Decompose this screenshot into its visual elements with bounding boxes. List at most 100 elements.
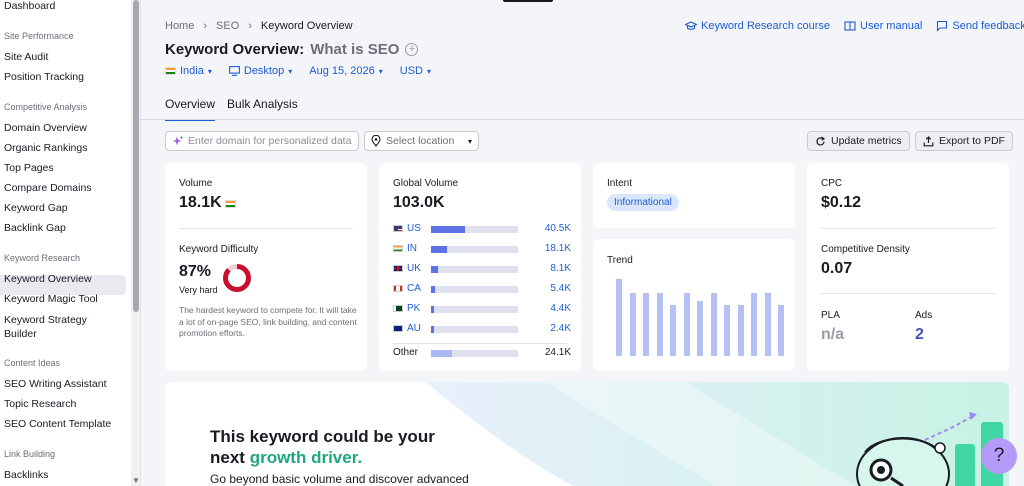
send-feedback-link[interactable]: Send feedback xyxy=(936,20,1024,32)
add-keyword-icon[interactable]: + xyxy=(405,43,419,56)
sidebar-item-top-pages[interactable]: Top Pages xyxy=(4,162,54,174)
sidebar-item-organic-rankings[interactable]: Organic Rankings xyxy=(4,142,87,154)
country-code: US xyxy=(407,223,421,234)
sidebar-item-position-tracking[interactable]: Position Tracking xyxy=(4,71,84,83)
cpc-card: CPC $0.12 Competitive Density 0.07 PLA n… xyxy=(807,163,1009,371)
india-flag-icon xyxy=(165,67,176,75)
sidebar-item-keyword-gap[interactable]: Keyword Gap xyxy=(4,202,68,214)
country-row-au[interactable]: AU 2.4K xyxy=(393,323,571,337)
card-divider xyxy=(393,343,567,344)
sidebar-item-compare-domains[interactable]: Compare Domains xyxy=(4,182,92,194)
volume-bar-track xyxy=(431,246,518,253)
difficulty-label: Keyword Difficulty xyxy=(179,244,259,255)
sidebar-item-domain-overview[interactable]: Domain Overview xyxy=(4,122,87,134)
trend-label: Trend xyxy=(607,255,633,266)
export-pdf-button[interactable]: Export to PDF xyxy=(915,131,1013,151)
difficulty-value: 87% xyxy=(179,263,212,280)
country-volume: 8.1K xyxy=(550,263,571,274)
breadcrumb-seo[interactable]: SEO xyxy=(216,20,239,32)
sidebar-item-keyword-magic-tool[interactable]: Keyword Magic Tool xyxy=(4,293,98,305)
user-manual-link[interactable]: User manual xyxy=(844,20,922,32)
graduation-cap-icon xyxy=(685,21,697,30)
page-title-text: Keyword Overview: xyxy=(165,41,305,58)
volume-bar-track xyxy=(431,306,518,313)
global-volume-card: Global Volume 103.0K US 40.5K IN 18.1K UK 8.1… xyxy=(379,163,581,371)
country-row-uk[interactable]: UK 8.1K xyxy=(393,263,571,277)
volume-bar-track xyxy=(431,226,518,233)
country-dropdown[interactable]: India ▾ xyxy=(165,65,212,77)
country-row-in[interactable]: IN 18.1K xyxy=(393,243,571,257)
country-volume: 24.1K xyxy=(544,347,571,358)
breadcrumb-current: Keyword Overview xyxy=(260,20,353,32)
currency-dropdown[interactable]: USD ▾ xyxy=(400,65,431,77)
tab-overview[interactable]: Overview xyxy=(165,97,216,121)
card-divider xyxy=(821,228,995,229)
sidebar: Dashboard Site Performance Site Audit Posit… xyxy=(0,0,141,486)
breadcrumb: Home › SEO › Keyword Overview xyxy=(165,20,353,32)
help-button[interactable]: ? xyxy=(981,438,1017,474)
trend-card: Trend xyxy=(593,239,795,371)
sidebar-item-backlinks[interactable]: Backlinks xyxy=(4,469,48,481)
promo-title-line1: This keyword could be your xyxy=(210,427,435,446)
scroll-down-arrow-icon[interactable]: ▼ xyxy=(132,476,140,485)
sidebar-item-backlink-gap[interactable]: Backlink Gap xyxy=(4,222,66,234)
trend-bar xyxy=(683,292,690,356)
volume-label: Volume xyxy=(179,178,213,189)
location-pin-icon xyxy=(371,135,381,147)
volume-bar-fill xyxy=(431,226,465,233)
global-volume-value: 103.0K xyxy=(393,194,445,211)
sidebar-item-keyword-strategy-builder[interactable]: Keyword Strategy Builder xyxy=(4,313,114,341)
sidebar-item-dashboard[interactable]: Dashboard xyxy=(4,0,55,12)
sidebar-item-seo-content-template[interactable]: SEO Content Template xyxy=(4,418,111,430)
sidebar-item-topic-research[interactable]: Topic Research xyxy=(4,398,76,410)
trend-bar xyxy=(724,305,730,356)
promo-title-next: next xyxy=(210,448,245,467)
au-flag-icon xyxy=(393,325,403,332)
country-row-us[interactable]: US 40.5K xyxy=(393,223,571,237)
volume-bar-fill xyxy=(431,266,438,273)
tab-bulk-analysis[interactable]: Bulk Analysis xyxy=(227,97,298,121)
sidebar-section-competitive-analysis: Competitive Analysis xyxy=(4,102,88,112)
ads-value[interactable]: 2 xyxy=(915,326,924,344)
help-links: Keyword Research course User manual Send… xyxy=(685,20,1024,32)
volume-bar-track xyxy=(431,286,518,293)
page-title: Keyword Overview: What is SEO + xyxy=(165,41,419,58)
domain-input[interactable]: Enter domain for personalized data xyxy=(165,131,359,151)
chevron-down-icon: ▾ xyxy=(378,66,383,76)
sidebar-item-keyword-overview[interactable]: Keyword Overview xyxy=(4,273,92,285)
refresh-icon xyxy=(816,136,826,146)
breadcrumb-home[interactable]: Home xyxy=(165,20,194,32)
desktop-icon xyxy=(228,66,240,76)
keyword-research-course-link[interactable]: Keyword Research course xyxy=(685,20,830,32)
density-label: Competitive Density xyxy=(821,244,910,255)
volume-bar-fill xyxy=(431,350,452,357)
country-code: PK xyxy=(407,303,421,314)
country-volume: 5.4K xyxy=(550,283,571,294)
trend-bar xyxy=(737,305,744,356)
country-row-ca[interactable]: CA 5.4K xyxy=(393,283,571,297)
sidebar-item-seo-writing-assistant[interactable]: SEO Writing Assistant xyxy=(4,378,107,390)
location-select[interactable]: Select location ▾ xyxy=(364,131,479,151)
country-dropdown-label: India xyxy=(180,65,204,77)
intent-label: Intent xyxy=(607,178,633,189)
card-divider xyxy=(179,228,353,229)
india-flag-icon xyxy=(225,200,236,208)
date-dropdown[interactable]: Aug 15, 2026 ▾ xyxy=(309,65,382,77)
sidebar-section-content-ideas: Content Ideas xyxy=(4,358,61,368)
uk-flag-icon xyxy=(393,265,403,272)
send-feedback-label: Send feedback xyxy=(952,20,1024,32)
country-row-pk[interactable]: PK 4.4K xyxy=(393,303,571,317)
currency-dropdown-label: USD xyxy=(399,65,423,77)
sidebar-scrollbar-thumb[interactable] xyxy=(133,0,139,312)
chat-bubble-icon xyxy=(937,20,948,32)
country-code: IN xyxy=(407,243,417,254)
chevron-down-icon: ▾ xyxy=(426,66,431,76)
difficulty-ring-icon xyxy=(223,264,251,292)
volume-bar-track xyxy=(431,350,518,357)
update-metrics-button[interactable]: Update metrics xyxy=(807,131,910,151)
sidebar-item-site-audit[interactable]: Site Audit xyxy=(4,51,48,63)
intent-card: Intent Informational xyxy=(593,163,795,228)
chevron-down-icon: ▾ xyxy=(288,66,293,76)
chevron-right-icon: › xyxy=(248,20,252,32)
device-dropdown[interactable]: Desktop ▾ xyxy=(228,65,293,77)
